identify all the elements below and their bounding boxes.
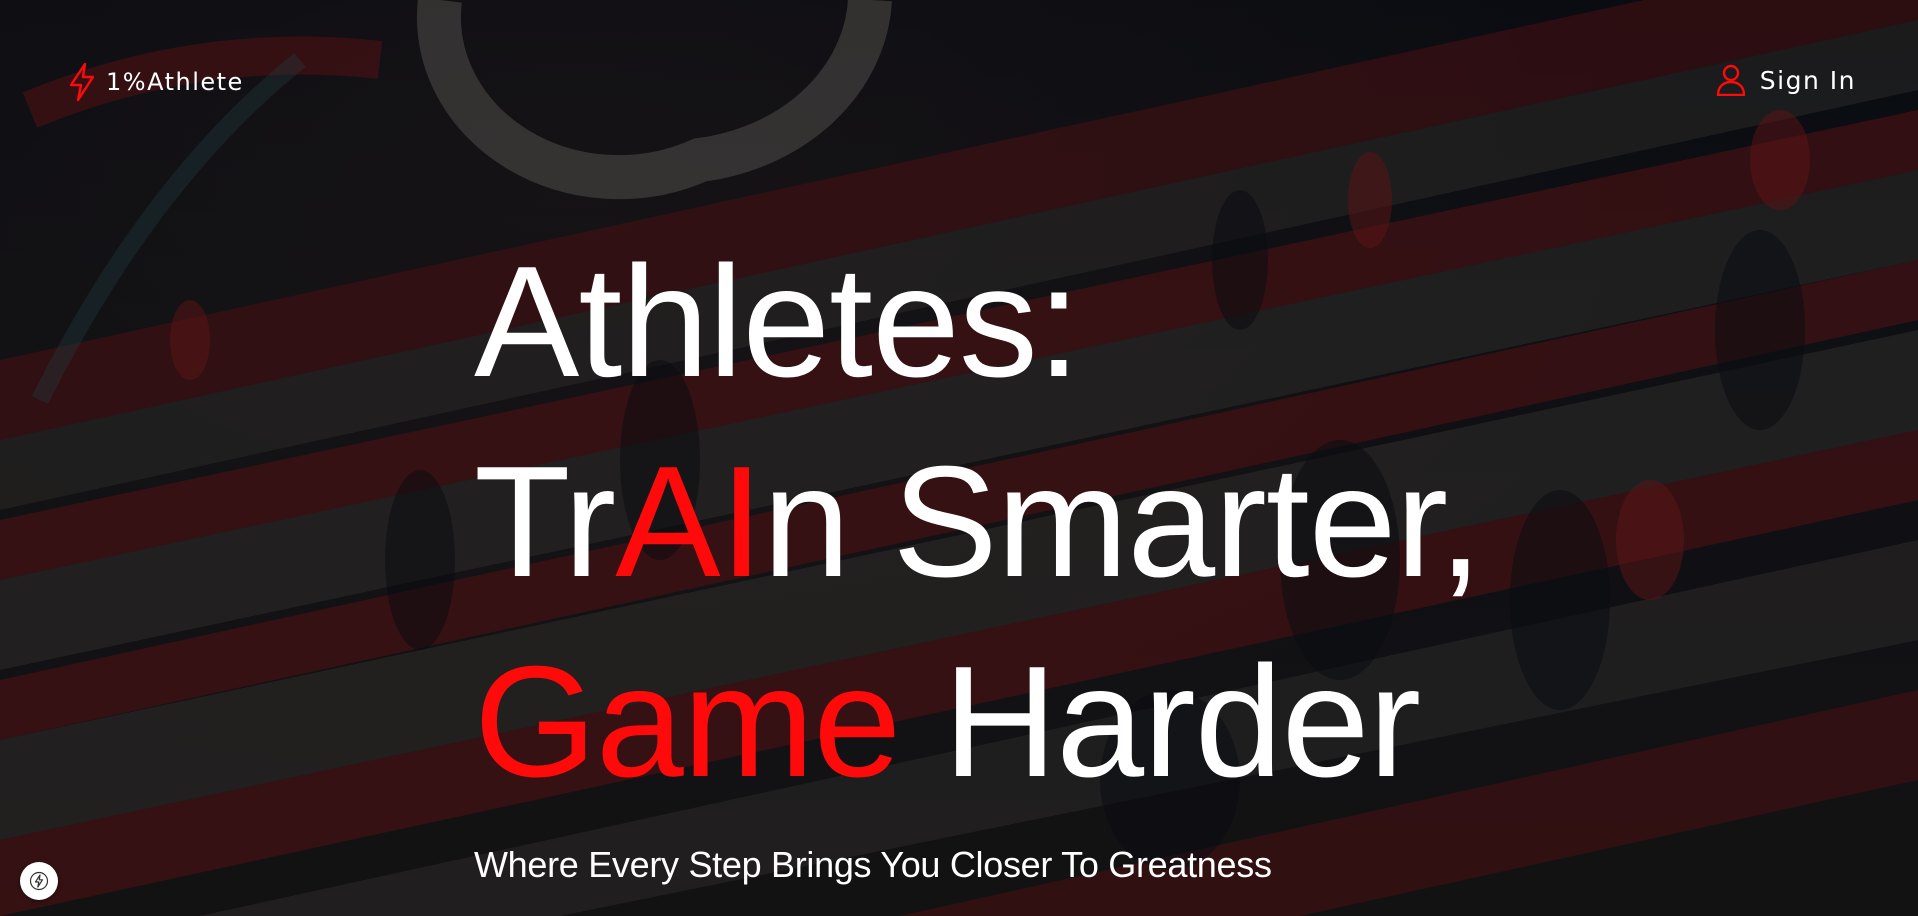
- floating-action-badge[interactable]: [20, 862, 58, 900]
- brand-name: 1%Athlete: [106, 68, 244, 96]
- landing-page: 1%Athlete Sign In Athletes: TrAIn Smarte…: [0, 0, 1918, 916]
- hero-headline-line-2: TrAIn Smarter,: [474, 422, 1483, 622]
- hero-headline-line-3: Game Harder: [474, 622, 1481, 822]
- hero-headline-line-1: Athletes:: [474, 234, 1081, 410]
- hero-train-suffix: n Smarter,: [762, 434, 1483, 610]
- hero-subtitle: Where Every Step Brings You Closer To Gr…: [474, 844, 1272, 885]
- hero-train-prefix: Tr: [474, 434, 616, 610]
- hero-game-highlight: Game: [474, 634, 901, 810]
- user-icon: [1716, 64, 1745, 96]
- lightning-bolt-icon: [29, 871, 49, 891]
- sign-in-button[interactable]: Sign In: [1716, 64, 1856, 96]
- hero-ai-highlight: AI: [615, 434, 763, 610]
- hero-section: Athletes: TrAIn Smarter, Game Harder Whe…: [474, 222, 1483, 886]
- brand-logo-link[interactable]: 1%Athlete: [66, 62, 244, 102]
- sign-in-label: Sign In: [1759, 65, 1856, 95]
- lightning-bolt-icon: [69, 62, 95, 102]
- hero-harder-text: Harder: [900, 634, 1421, 810]
- top-navigation: 1%Athlete Sign In: [0, 0, 1918, 160]
